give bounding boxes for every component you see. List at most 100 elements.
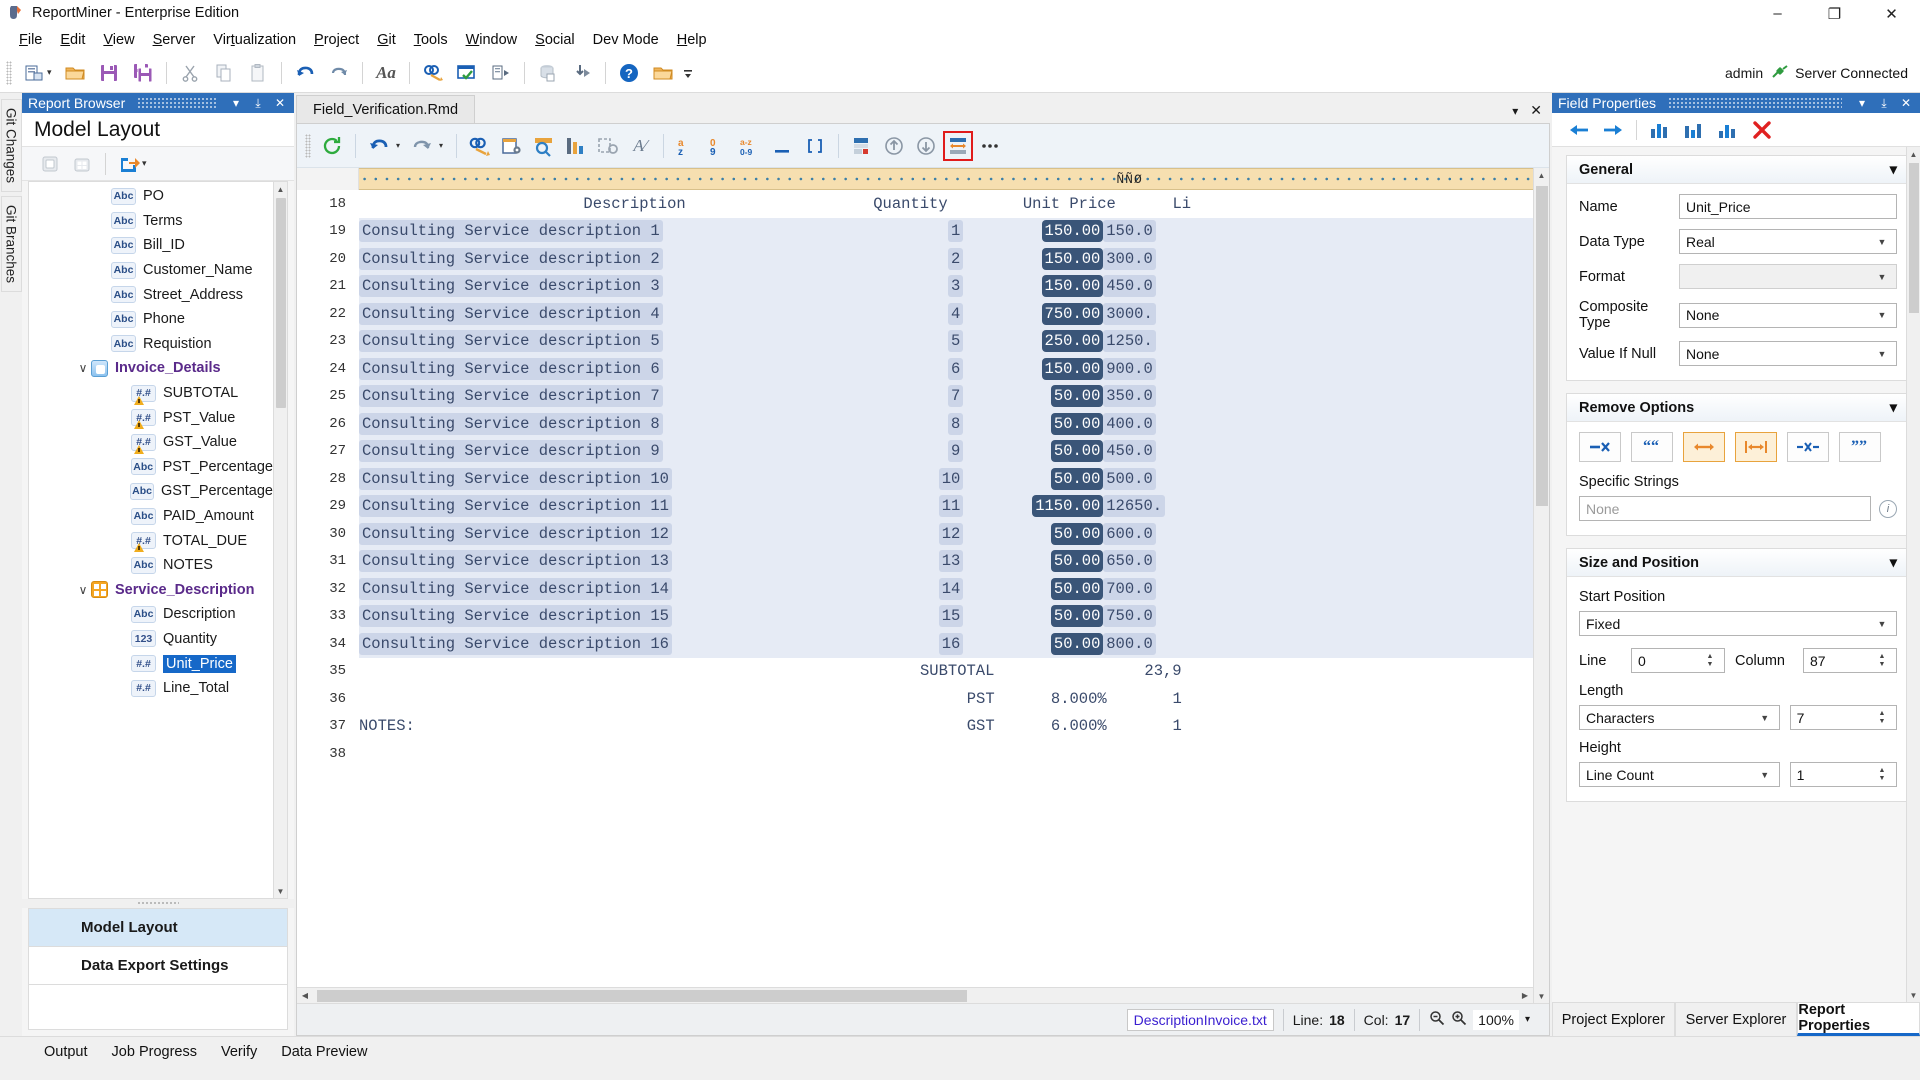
start-position-select[interactable]: Fixed ▼ — [1579, 611, 1897, 636]
chart-icon[interactable] — [561, 131, 591, 161]
rb-tab-data-export-settings[interactable]: Data Export Settings — [28, 946, 288, 984]
tree-scroll-up-arrow[interactable]: ▲ — [274, 182, 287, 196]
server-status[interactable]: Server Connected — [1771, 65, 1908, 81]
chart-bars-icon-1[interactable] — [1647, 117, 1673, 143]
menu-project[interactable]: Project — [305, 29, 368, 51]
rb-tab-model-layout[interactable]: Model Layout — [28, 908, 288, 946]
copy-icon[interactable] — [208, 57, 240, 89]
length-unit-chevron-down-icon[interactable]: ▼ — [1757, 713, 1773, 723]
overflow-icon[interactable] — [681, 57, 695, 89]
find-icon[interactable] — [465, 131, 495, 161]
field-options-icon[interactable] — [497, 131, 527, 161]
fp-scroll-up-arrow[interactable]: ▲ — [1907, 147, 1920, 161]
move-down-icon[interactable] — [911, 131, 941, 161]
tree-item-gst_percentage[interactable]: AbcGST_Percentage — [29, 479, 273, 504]
grid-hscroll-left-arrow[interactable]: ◀ — [297, 991, 313, 1000]
data-type-chevron-down-icon[interactable]: ▼ — [1874, 237, 1890, 247]
table-row[interactable]: 38 — [297, 740, 1533, 768]
chart-bars-icon-3[interactable] — [1715, 117, 1741, 143]
tree-vertical-scrollbar[interactable]: ▲ ▼ — [273, 182, 287, 898]
row-content[interactable]: Consulting Service description 55250.001… — [359, 328, 1533, 356]
length-unit-select[interactable]: Characters ▼ — [1579, 705, 1780, 730]
save-all-icon[interactable] — [127, 57, 159, 89]
value-if-null-select[interactable]: None ▼ — [1679, 341, 1897, 366]
redo-icon[interactable] — [323, 57, 355, 89]
open-folder-icon[interactable] — [59, 57, 91, 89]
table-row[interactable]: 19Consulting Service description 11150.0… — [297, 218, 1533, 246]
more-options-icon[interactable] — [975, 131, 1005, 161]
paste-icon[interactable] — [242, 57, 274, 89]
start-position-chevron-down-icon[interactable]: ▼ — [1874, 619, 1890, 629]
composite-type-select[interactable]: None ▼ — [1679, 303, 1897, 328]
field-properties-scrollbar[interactable]: ▲ ▼ — [1906, 147, 1920, 1002]
trim-inner-icon[interactable] — [1735, 432, 1777, 462]
document-close-icon[interactable]: ✕ — [1530, 102, 1542, 119]
table-row[interactable]: 35SUBTOTAL23,9 — [297, 658, 1533, 686]
table-row[interactable]: 20Consulting Service description 22150.0… — [297, 245, 1533, 273]
fp-pin-icon[interactable]: ⤓ — [1876, 96, 1892, 111]
row-content[interactable]: NOTES:GST6.000%1 — [359, 713, 1533, 741]
panel-close-icon[interactable]: ✕ — [272, 96, 288, 110]
status-source-file[interactable]: DescriptionInvoice.txt — [1127, 1009, 1274, 1031]
font-style-icon[interactable]: A⁄ — [625, 131, 655, 161]
size-position-card-header[interactable]: Size and Position ▾ — [1567, 549, 1909, 577]
row-content[interactable]: DescriptionQuantityUnit PriceLi — [359, 190, 1533, 218]
table-row[interactable]: 33Consulting Service description 151550.… — [297, 603, 1533, 631]
height-unit-chevron-down-icon[interactable]: ▼ — [1757, 770, 1773, 780]
tree-item-bill_id[interactable]: AbcBill_ID — [29, 233, 273, 258]
table-row[interactable]: 25Consulting Service description 7750.00… — [297, 383, 1533, 411]
table-row[interactable]: 31Consulting Service description 131350.… — [297, 548, 1533, 576]
font-icon[interactable]: Aa — [370, 57, 402, 89]
add-field-icon[interactable] — [36, 151, 64, 177]
fp-scroll-down-arrow[interactable]: ▼ — [1907, 988, 1920, 1002]
new-report-icon[interactable] — [18, 57, 50, 89]
height-stepper[interactable]: ▲▼ — [1874, 767, 1890, 782]
table-row[interactable]: 36PST8.000%1 — [297, 685, 1533, 713]
underline-region-icon[interactable] — [768, 131, 798, 161]
redo-icon[interactable] — [407, 131, 437, 161]
tree-item-unit_price[interactable]: #.#Unit_Price — [29, 651, 273, 676]
sort-09-icon[interactable]: 09 — [704, 131, 734, 161]
composite-type-chevron-down-icon[interactable]: ▼ — [1874, 310, 1890, 320]
text-grid[interactable]: 18DescriptionQuantityUnit PriceLi19Consu… — [297, 190, 1533, 987]
document-tab-list-caret-icon[interactable]: ▾ — [1512, 104, 1518, 118]
batch-icon[interactable] — [485, 57, 517, 89]
info-icon[interactable]: i — [1879, 500, 1897, 518]
menu-edit[interactable]: Edit — [51, 29, 94, 51]
format-chevron-down-icon[interactable]: ▼ — [1874, 272, 1890, 282]
row-content[interactable]: Consulting Service description 121250.00… — [359, 520, 1533, 548]
zoom-in-icon[interactable] — [1451, 1010, 1467, 1029]
vtab-git-branches[interactable]: Git Branches — [1, 196, 22, 292]
verify-icon[interactable] — [451, 57, 483, 89]
row-content[interactable]: Consulting Service description 66150.009… — [359, 355, 1533, 383]
table-row[interactable]: 30Consulting Service description 121250.… — [297, 520, 1533, 548]
value-if-null-chevron-down-icon[interactable]: ▼ — [1874, 349, 1890, 359]
table-row[interactable]: 22Consulting Service description 44750.0… — [297, 300, 1533, 328]
grid-vscroll-down-arrow[interactable]: ▼ — [1534, 989, 1549, 1003]
add-region-icon[interactable] — [68, 151, 96, 177]
tree-item-pst_value[interactable]: #.#PST_Value — [29, 405, 273, 430]
bottom-tab-verify[interactable]: Verify — [209, 1041, 269, 1063]
table-row[interactable]: 24Consulting Service description 66150.0… — [297, 355, 1533, 383]
refresh-icon[interactable] — [317, 131, 347, 161]
toolbar-grip[interactable] — [6, 61, 12, 85]
menu-server[interactable]: Server — [144, 29, 205, 51]
row-content[interactable]: Consulting Service description 22150.003… — [359, 245, 1533, 273]
length-input[interactable]: 7 ▲▼ — [1790, 705, 1897, 730]
tree-scroll-thumb[interactable] — [276, 198, 286, 408]
tree-item-pst_percentage[interactable]: AbcPST_Percentage — [29, 455, 273, 480]
table-row[interactable]: 18DescriptionQuantityUnit PriceLi — [297, 190, 1533, 218]
save-icon[interactable] — [93, 57, 125, 89]
tree-item-requistion[interactable]: AbcRequistion — [29, 332, 273, 357]
data-region-icon[interactable] — [847, 131, 877, 161]
tree-item-gst_value[interactable]: #.#GST_Value — [29, 430, 273, 455]
general-collapse-caret-icon[interactable]: ▾ — [1890, 162, 1897, 178]
document-toolbar-grip[interactable] — [305, 134, 311, 158]
tree-item-subtotal[interactable]: #.#SUBTOTAL — [29, 381, 273, 406]
tree-item-po[interactable]: AbcPO — [29, 184, 273, 209]
table-row[interactable]: 26Consulting Service description 8850.00… — [297, 410, 1533, 438]
remove-trailing-quotes-icon[interactable]: ”” — [1839, 432, 1881, 462]
redo-caret[interactable]: ▾ — [439, 141, 448, 150]
tree-scroll-down-arrow[interactable]: ▼ — [274, 884, 287, 898]
remove-options-card-header[interactable]: Remove Options ▾ — [1567, 394, 1909, 422]
